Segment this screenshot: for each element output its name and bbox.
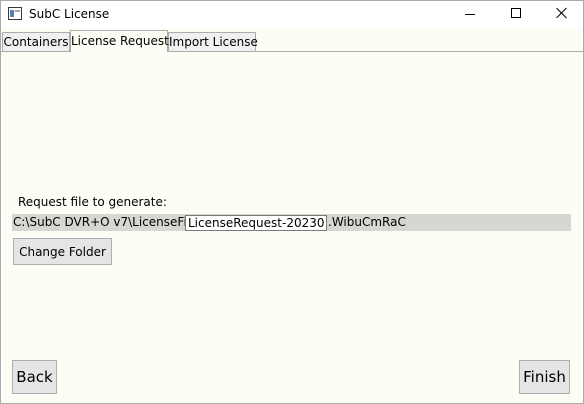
back-button[interactable]: Back [12,360,57,394]
tab-containers[interactable]: Containers [2,32,70,51]
finish-button[interactable]: Finish [519,360,570,394]
maximize-icon [511,8,521,18]
close-icon [556,7,568,19]
subc-license-window: SubC License Containers License Request … [0,0,584,404]
maximize-button[interactable] [493,1,539,29]
minimize-icon [465,14,475,15]
title-bar[interactable]: SubC License [1,1,583,29]
tab-import-license[interactable]: Import License [168,32,258,51]
minimize-button[interactable] [447,1,493,29]
tab-license-request[interactable]: License Request [70,30,169,52]
file-extension-text: .WibuCmRaC [328,215,406,229]
app-window-icon [8,7,22,20]
filename-input[interactable] [185,215,327,231]
window-title: SubC License [29,7,110,21]
close-button[interactable] [539,1,583,29]
folder-path-text: C:\SubC DVR+O v7\LicenseFiles\ [13,215,208,229]
change-folder-button[interactable]: Change Folder [13,238,112,265]
request-file-path: C:\SubC DVR+O v7\LicenseFiles\ .WibuCmRa… [12,214,571,231]
request-file-label: Request file to generate: [18,195,167,209]
